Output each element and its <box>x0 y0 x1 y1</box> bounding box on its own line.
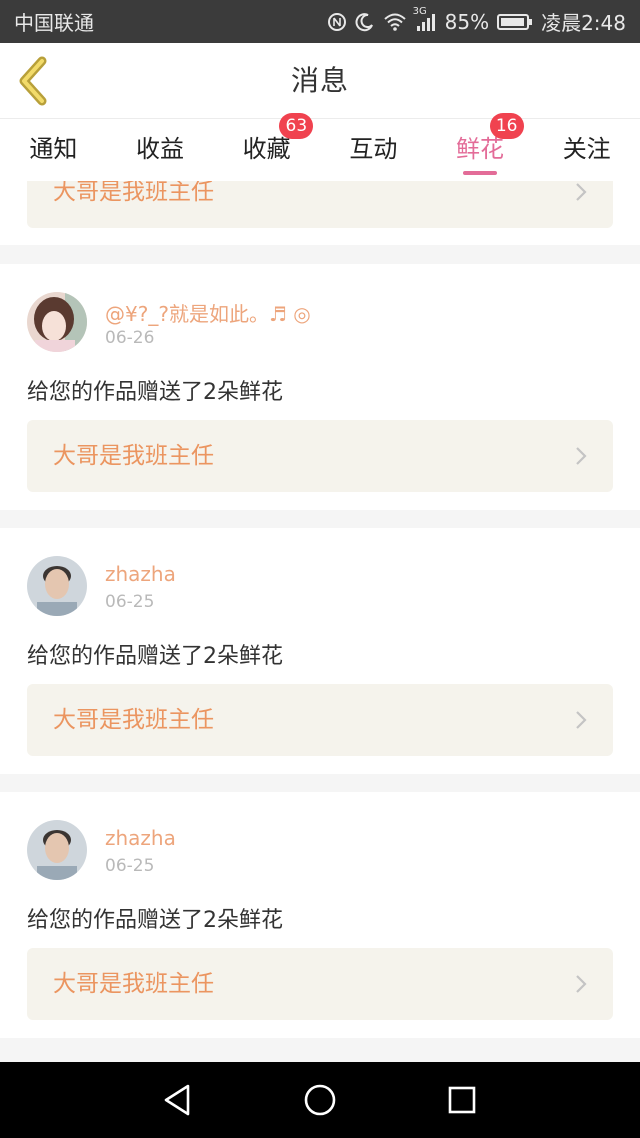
work-link[interactable]: 大哥是我班主任 <box>27 684 613 756</box>
recents-square-icon <box>442 1086 482 1124</box>
tab-label: 收益 <box>136 135 184 163</box>
unread-badge: 63 <box>279 113 314 139</box>
message-date: 06-26 <box>105 328 155 348</box>
tab-earnings[interactable]: 收益 <box>107 119 214 181</box>
work-link[interactable]: 大哥是我班主任 <box>27 948 613 1020</box>
status-bar: 中国联通 3G 85% 凌晨2:48 <box>0 0 640 43</box>
carrier-label: 中国联通 <box>14 11 94 35</box>
battery-icon <box>497 12 533 32</box>
message-text: 给您的作品赠送了2朵鲜花 <box>27 908 283 933</box>
work-title: 大哥是我班主任 <box>53 443 214 469</box>
nfc-icon <box>327 12 347 32</box>
back-button[interactable] <box>12 55 60 107</box>
message-list[interactable]: 大哥是我班主任 @¥?_?就是如此。♬ ◎ 06-26 给您的作品赠送了2朵鲜花… <box>0 181 640 1062</box>
list-item: zhazha 06-25 给您的作品赠送了2朵鲜花 大哥是我班主任 <box>0 528 640 774</box>
list-item: @¥?_?就是如此。♬ ◎ 06-26 给您的作品赠送了2朵鲜花 大哥是我班主任 <box>0 264 640 510</box>
back-triangle-icon <box>158 1084 198 1124</box>
tab-label: 鲜花 <box>456 135 505 163</box>
tab-label: 通知 <box>29 135 78 163</box>
work-title: 大哥是我班主任 <box>53 971 214 997</box>
status-icons: 3G 85% 凌晨2:48 <box>327 6 626 36</box>
tab-label: 收藏 <box>242 135 291 163</box>
list-item: zhazha 06-25 给您的作品赠送了2朵鲜花 大哥是我班主任 <box>0 792 640 1038</box>
battery-percent: 85% <box>444 9 490 34</box>
message-text: 给您的作品赠送了2朵鲜花 <box>27 380 283 405</box>
tab-following[interactable]: 关注 <box>533 119 640 181</box>
message-date: 06-25 <box>105 592 155 612</box>
system-nav-bar <box>0 1062 640 1138</box>
tab-bar: 通知 收益 收藏 63 互动 鲜花 16 关注 <box>0 113 640 181</box>
moon-icon <box>355 12 375 32</box>
nav-back-button[interactable] <box>158 1080 198 1120</box>
work-title: 大哥是我班主任 <box>53 707 214 733</box>
app-header: 消息 <box>0 43 640 119</box>
avatar[interactable] <box>27 820 87 880</box>
chevron-right-icon <box>575 710 587 734</box>
message-text: 给您的作品赠送了2朵鲜花 <box>27 644 283 669</box>
unread-badge: 16 <box>489 113 524 139</box>
chevron-right-icon <box>575 974 587 998</box>
nav-recents-button[interactable] <box>442 1080 482 1120</box>
nav-home-button[interactable] <box>300 1080 340 1120</box>
page-title: 消息 <box>290 64 349 97</box>
work-link[interactable]: 大哥是我班主任 <box>27 420 613 492</box>
avatar[interactable] <box>27 292 87 352</box>
username[interactable]: zhazha <box>105 562 176 586</box>
chevron-right-icon <box>575 182 587 206</box>
chevron-left-icon <box>12 56 60 111</box>
network-type: 3G <box>412 5 427 17</box>
work-title: 大哥是我班主任 <box>53 181 214 205</box>
tab-label: 互动 <box>349 135 398 163</box>
clock: 凌晨2:48 <box>541 11 626 35</box>
avatar[interactable] <box>27 556 87 616</box>
tab-favorites[interactable]: 收藏 63 <box>213 113 320 181</box>
message-date: 06-25 <box>105 856 155 876</box>
work-link[interactable]: 大哥是我班主任 <box>27 181 613 228</box>
username[interactable]: zhazha <box>105 826 176 850</box>
tab-flowers[interactable]: 鲜花 16 <box>427 113 534 181</box>
tab-label: 关注 <box>562 135 611 163</box>
tab-notifications[interactable]: 通知 <box>0 119 107 181</box>
signal-icon: 3G <box>413 6 437 32</box>
chevron-right-icon <box>575 446 587 470</box>
username[interactable]: @¥?_?就是如此。♬ ◎ <box>105 298 311 327</box>
wifi-icon <box>383 12 407 32</box>
tab-interactions[interactable]: 互动 <box>320 119 427 181</box>
home-circle-icon <box>300 1084 340 1124</box>
list-item: 大哥是我班主任 <box>0 181 640 245</box>
